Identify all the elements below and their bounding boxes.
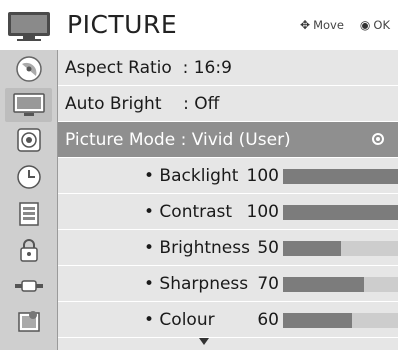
brightness-row[interactable]: • Brightness 50 [58,230,398,266]
backlight-level-bar[interactable] [283,169,398,184]
setting-name: • Contrast [144,202,233,222]
move-hint-label: Move [313,18,344,32]
speaker-audio-icon[interactable] [5,123,52,157]
picture-settings-list: Aspect Ratio : 16:9 Auto Bright : Off Pi… [58,50,398,350]
lock-icon[interactable] [5,233,52,267]
tv-picture-icon[interactable] [5,88,52,122]
ok-hint-label: OK [373,18,390,32]
colour-level-bar[interactable] [283,313,398,328]
input-plug-icon[interactable] [5,269,52,303]
picture-menu-screen: PICTURE ✥ Move ◉ OK Aspect Ratio: 16:9 … [0,0,398,350]
setting-value: 100 [246,202,279,222]
header: PICTURE ✥ Move ◉ OK [0,0,398,50]
sharpness-level-bar[interactable] [283,277,398,292]
tv-monitor-icon [5,10,53,42]
setting-value: 60 [257,310,279,330]
colour-row[interactable]: • Colour 60 [58,302,398,338]
option-list-icon[interactable] [5,197,52,231]
navigation-hint: ✥ Move ◉ OK [300,18,390,32]
setting-value: 50 [257,238,279,258]
scroll-down-icon[interactable] [199,338,209,345]
picture-mode-row[interactable]: Picture Mode : Vivid (User) [58,122,398,158]
contrast-level-bar[interactable] [283,205,398,220]
setting-value: 70 [257,274,279,294]
picture-mode-label: Picture Mode : Vivid (User) [65,129,291,150]
photo-media-icon[interactable] [5,305,52,339]
auto-bright-row[interactable]: Auto Bright : Off [58,86,398,122]
move-arrows-icon: ✥ [300,18,311,32]
sharpness-row[interactable]: • Sharpness 70 [58,266,398,302]
page-title: PICTURE [67,10,178,39]
setting-value: 100 [246,166,279,186]
aspect-ratio-row[interactable]: Aspect Ratio : 16:9 [58,50,398,86]
backlight-row[interactable]: • Backlight 100 [58,158,398,194]
contrast-row[interactable]: • Contrast 100 [58,194,398,230]
aspect-ratio-label: Aspect Ratio : 16:9 [65,57,232,78]
setting-name: • Colour [144,310,215,330]
selected-radio-icon [372,133,384,145]
auto-bright-label: Auto Bright : Off [65,93,220,114]
ok-button-icon: ◉ [359,18,371,32]
satellite-dish-icon[interactable] [5,52,52,86]
category-sidebar [0,50,58,350]
clock-time-icon[interactable] [5,160,52,194]
brightness-level-bar[interactable] [283,241,398,256]
